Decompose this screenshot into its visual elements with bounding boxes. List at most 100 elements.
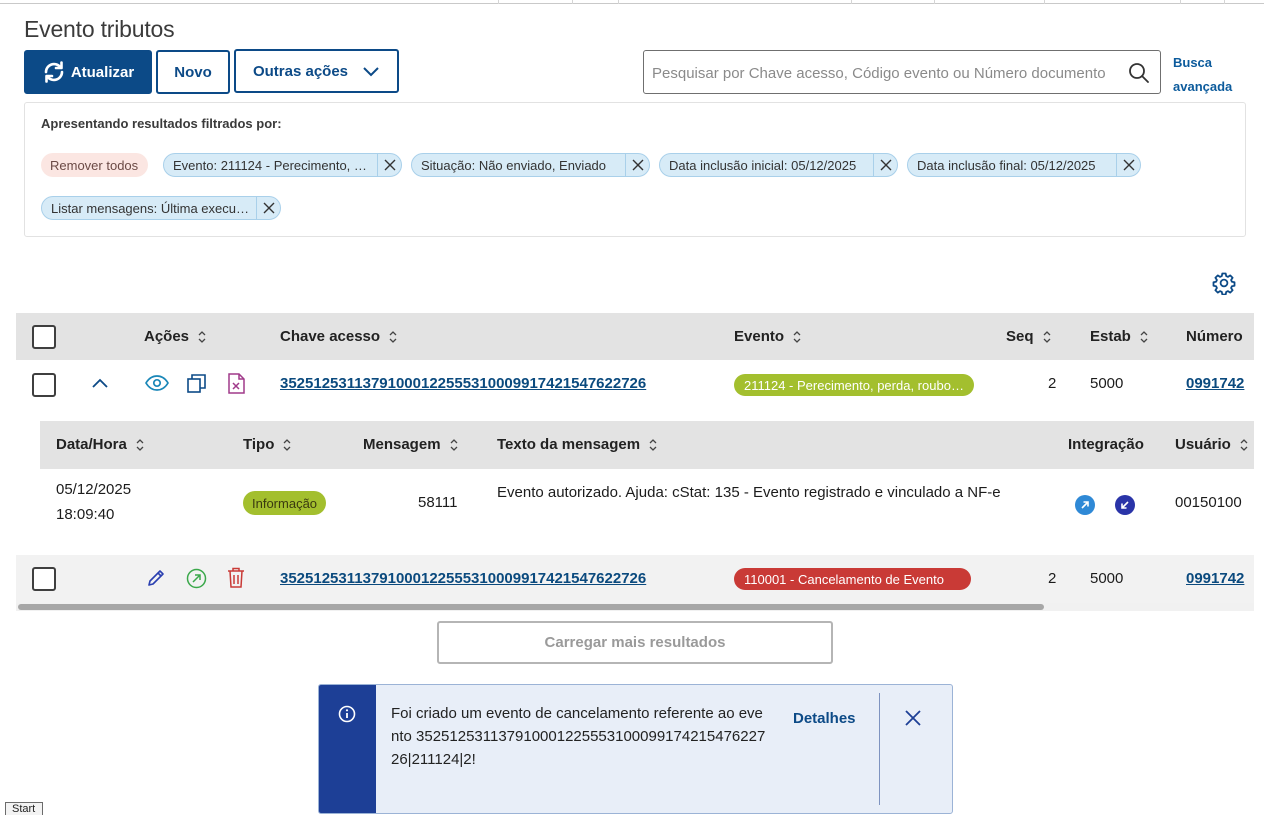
event-badge-label: 110001 - Cancelamento de Evento (744, 571, 944, 587)
column-header-estab[interactable]: Estab (1090, 328, 1149, 345)
document-number-link[interactable]: 0991742 (1186, 375, 1244, 392)
column-header-message-text[interactable]: Texto da mensagem (497, 436, 658, 453)
message-type-badge: Informação (243, 491, 327, 515)
filter-panel-title: Apresentando resultados filtrados por: (41, 116, 282, 131)
page-title: Evento tributos (24, 16, 175, 42)
xml-file-icon[interactable] (228, 373, 245, 394)
column-header-type[interactable]: Tipo (243, 436, 292, 453)
search-input[interactable] (652, 63, 1122, 83)
remove-all-filters-chip[interactable]: Remover todos (41, 153, 149, 177)
events-table: Ações Chave acesso Evento Seq Estab Núme… (16, 313, 1254, 613)
column-label: Chave acesso (280, 328, 381, 345)
message-date: 05/12/2025 (56, 481, 132, 498)
toast-divider (879, 693, 880, 805)
sort-icon (449, 438, 459, 452)
sort-icon (135, 438, 145, 452)
filter-chip-label: Situação: Não enviado, Enviado (421, 157, 607, 173)
horizontal-scrollbar[interactable] (16, 603, 1254, 611)
estab-value: 5000 (1090, 375, 1124, 392)
column-header-access-key[interactable]: Chave acesso (280, 328, 398, 345)
message-type-label: Informação (252, 495, 318, 511)
messages-subtable: Data/Hora Tipo Mensagem Texto da mensage… (40, 421, 1254, 555)
filter-chip-label: Data inclusão final: 05/12/2025 (917, 157, 1096, 173)
column-header-message[interactable]: Mensagem (363, 436, 459, 453)
estab-value: 5000 (1090, 570, 1124, 587)
select-all-checkbox[interactable] (32, 325, 56, 349)
table-row: 3525125311379100012255531000991742154762… (16, 555, 1254, 603)
new-button[interactable]: Novo (156, 50, 230, 94)
column-label: Mensagem (363, 436, 441, 453)
column-label: Seq (1006, 328, 1034, 345)
filter-chip-listar-mensagens: Listar mensagens: Última execução (41, 196, 281, 220)
toast-details-link[interactable]: Detalhes (793, 710, 856, 727)
toast-accent-bar (319, 685, 376, 813)
arrow-up-right-icon[interactable] (1075, 495, 1095, 515)
messages-header: Data/Hora Tipo Mensagem Texto da mensage… (40, 421, 1254, 469)
event-badge-label: 211124 - Perecimento, perda, roubo ou fu… (744, 377, 964, 393)
search-icon[interactable] (1128, 62, 1150, 84)
column-label: Número (1186, 328, 1243, 345)
column-label: Data/Hora (56, 436, 127, 453)
info-icon (338, 705, 356, 723)
scrollbar-thumb[interactable] (18, 604, 1044, 610)
filter-chip-evento: Evento: 211124 - Perecimento, perda, rou… (163, 153, 402, 177)
gear-icon[interactable] (1212, 271, 1236, 295)
table-row: 3525125311379100012255531000991742154762… (16, 360, 1254, 408)
sort-icon (1239, 438, 1249, 452)
row-checkbox[interactable] (32, 373, 56, 397)
filter-chip-data-inicial: Data inclusão inicial: 05/12/2025 (659, 153, 898, 177)
sort-icon (388, 330, 398, 344)
event-badge: 211124 - Perecimento, perda, roubo ou fu… (734, 374, 974, 396)
remove-all-label: Remover todos (50, 157, 139, 173)
search-box (643, 50, 1161, 94)
trash-icon[interactable] (227, 567, 245, 588)
sort-icon (1042, 330, 1052, 344)
message-row: 05/12/2025 18:09:40 Informação 58111 Eve… (40, 469, 1254, 555)
remove-filter-icon[interactable] (377, 154, 401, 176)
sort-icon (197, 330, 207, 344)
filter-chip-label: Listar mensagens: Última execução (51, 200, 250, 216)
column-label: Estab (1090, 328, 1131, 345)
access-key-link[interactable]: 3525125311379100012255531000991742154762… (280, 375, 646, 392)
notification-toast: Foi criado um evento de cancelamento ref… (318, 684, 953, 814)
document-number-link[interactable]: 0991742 (1186, 570, 1244, 587)
column-header-datetime[interactable]: Data/Hora (56, 436, 145, 453)
column-header-event[interactable]: Evento (734, 328, 802, 345)
filter-chip-data-final: Data inclusão final: 05/12/2025 (907, 153, 1141, 177)
event-badge: 110001 - Cancelamento de Evento (734, 568, 971, 590)
column-header-actions[interactable]: Ações (144, 328, 207, 345)
filter-panel: Apresentando resultados filtrados por: R… (24, 102, 1246, 237)
message-text: Evento autorizado. Ajuda: cStat: 135 - E… (497, 484, 1001, 501)
access-key-link[interactable]: 3525125311379100012255531000991742154762… (280, 570, 646, 587)
sort-icon (1139, 330, 1149, 344)
more-actions-button[interactable]: Outras ações (234, 49, 399, 93)
pencil-icon[interactable] (146, 568, 166, 588)
column-header-seq[interactable]: Seq (1006, 328, 1052, 345)
copy-icon[interactable] (187, 374, 206, 393)
column-header-user[interactable]: Usuário (1175, 436, 1249, 453)
arrow-down-left-icon[interactable] (1115, 495, 1135, 515)
refresh-icon (44, 61, 64, 83)
remove-filter-icon[interactable] (1116, 154, 1140, 176)
column-label: Integração (1068, 436, 1144, 453)
new-button-label: Novo (174, 63, 212, 81)
remove-filter-icon[interactable] (873, 154, 897, 176)
advanced-search-link[interactable]: Busca avançada (1173, 51, 1243, 99)
row-checkbox[interactable] (32, 567, 56, 591)
remove-filter-icon[interactable] (256, 197, 280, 219)
refresh-button[interactable]: Atualizar (24, 50, 152, 94)
send-arrow-icon[interactable] (186, 568, 207, 589)
remove-filter-icon[interactable] (625, 154, 649, 176)
load-more-button[interactable]: Carregar mais resultados (437, 621, 833, 664)
more-actions-label: Outras ações (252, 62, 349, 80)
column-header-number[interactable]: Número (1186, 328, 1243, 345)
eye-icon[interactable] (145, 375, 169, 391)
start-button[interactable]: Start (5, 802, 43, 815)
close-icon[interactable] (904, 709, 922, 727)
chevron-down-icon (363, 67, 379, 77)
filter-chip-situacao: Situação: Não enviado, Enviado (411, 153, 650, 177)
window-top-border (0, 0, 1264, 4)
column-label: Usuário (1175, 436, 1231, 453)
seq-value: 2 (1048, 375, 1057, 392)
chevron-up-icon[interactable] (91, 377, 109, 389)
